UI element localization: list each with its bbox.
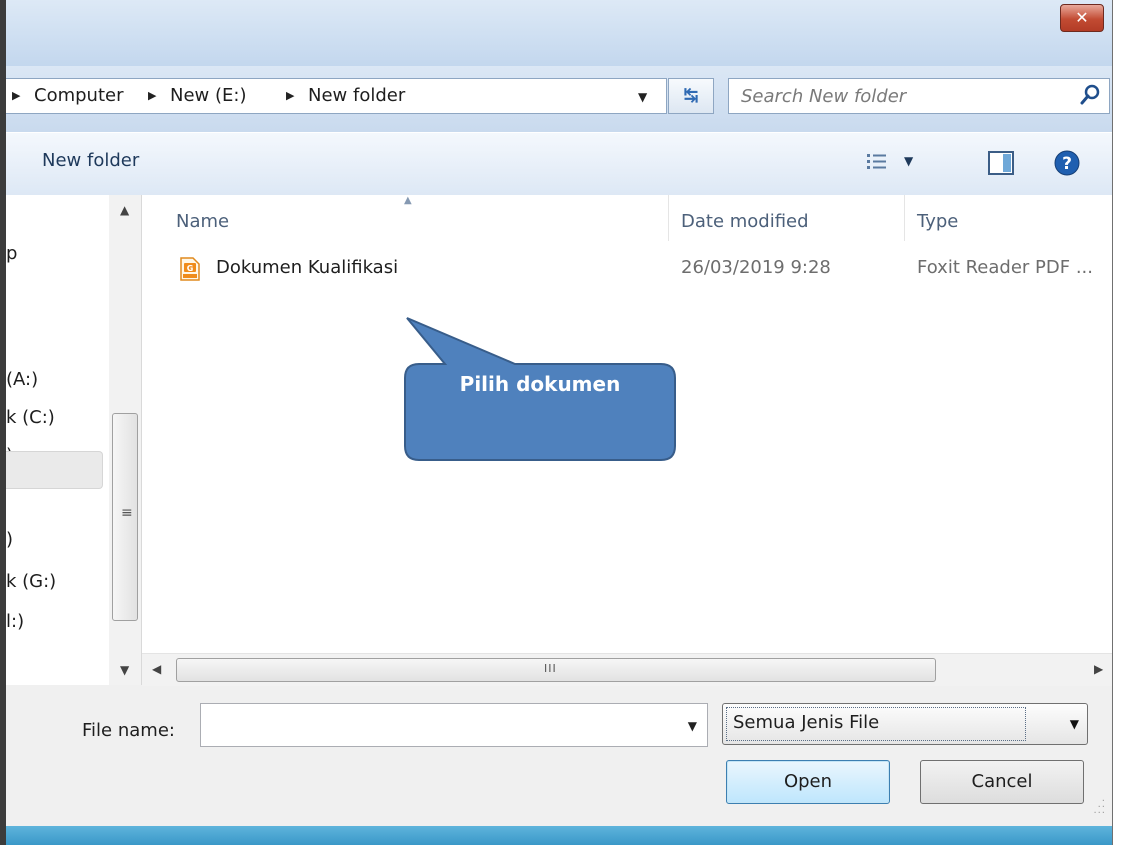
resize-grip-icon[interactable]: . ..... (1093, 794, 1106, 816)
file-name[interactable]: Dokumen Kualifikasi (216, 257, 398, 278)
address-dropdown-icon[interactable]: ▼ (638, 90, 647, 104)
file-horizontal-scrollbar[interactable]: ◀ III ▶ (142, 653, 1112, 686)
file-type: Foxit Reader PDF ... (917, 257, 1093, 278)
file-type-dropdown-icon[interactable]: ▼ (1070, 717, 1079, 731)
nav-item-selected[interactable] (6, 451, 103, 489)
file-row[interactable]: G Dokumen Kualifikasi 26/03/2019 9:28 Fo… (152, 249, 1102, 289)
cancel-button[interactable]: Cancel (920, 760, 1084, 804)
open-button[interactable]: Open (726, 760, 890, 804)
breadcrumb-computer[interactable]: Computer (34, 85, 123, 106)
column-header-date-modified[interactable]: Date modified (681, 211, 809, 232)
nav-item-drive-c[interactable]: k (C:) (6, 407, 55, 428)
dialog-footer: File name: ▼ Semua Jenis File ▼ Open Can… (6, 686, 1112, 826)
column-divider[interactable] (904, 195, 905, 241)
column-header-name[interactable]: Name (176, 211, 229, 232)
scroll-down-arrow-icon[interactable]: ▼ (120, 663, 129, 677)
file-date-modified: 26/03/2019 9:28 (681, 257, 831, 278)
breadcrumb-arrow-icon[interactable]: ▶ (12, 89, 20, 102)
title-bar: ✕ (6, 0, 1112, 66)
search-icon[interactable] (1077, 79, 1103, 111)
file-name-combo[interactable]: ▼ (200, 703, 708, 748)
pdf-file-icon: G (180, 257, 200, 281)
file-name-label: File name: (82, 720, 175, 741)
command-toolbar: New folder ▼ ? (6, 132, 1112, 196)
search-input[interactable] (729, 79, 1073, 113)
file-type-value: Semua Jenis File (733, 712, 880, 733)
scroll-grip: III (544, 662, 557, 675)
address-bar[interactable]: ▶ Computer ▶ New (E:) ▶ New folder ▼ (6, 78, 667, 114)
nav-item-drive-g[interactable]: k (G:) (6, 571, 56, 592)
breadcrumb-drive-e[interactable]: New (E:) (170, 85, 246, 106)
scroll-up-arrow-icon[interactable]: ▲ (120, 203, 129, 217)
file-name-input[interactable] (201, 704, 671, 748)
search-box[interactable] (728, 78, 1110, 114)
file-scroll-thumb[interactable]: III (176, 658, 936, 682)
nav-scroll-thumb[interactable]: ≡ (112, 413, 138, 621)
breadcrumb-arrow-icon[interactable]: ▶ (286, 89, 294, 102)
nav-item[interactable]: ) (6, 529, 13, 550)
view-dropdown-icon[interactable]: ▼ (904, 154, 913, 168)
scroll-right-arrow-icon[interactable]: ▶ (1094, 662, 1103, 676)
nav-item[interactable]: l:) (6, 611, 24, 632)
nav-item-drive-a[interactable]: (A:) (6, 369, 38, 390)
scroll-left-arrow-icon[interactable]: ◀ (152, 662, 161, 676)
sort-ascending-icon: ▲ (404, 195, 412, 206)
svg-text:?: ? (1062, 154, 1072, 174)
svg-text:G: G (187, 264, 194, 273)
nav-vertical-scrollbar[interactable]: ▲ ≡ ▼ (109, 195, 141, 685)
navigation-pane: p (A:) k (C:) ) ) k (G:) l:) ▲ ≡ ▼ (6, 195, 142, 685)
file-type-select[interactable]: Semua Jenis File ▼ (722, 703, 1088, 745)
scroll-grip: ≡ (121, 505, 133, 521)
preview-pane-icon[interactable] (988, 151, 1014, 175)
column-header-type[interactable]: Type (917, 211, 958, 232)
callout-text: Pilih dokumen (459, 372, 621, 396)
nav-item[interactable]: p (6, 243, 17, 264)
breadcrumb-new-folder[interactable]: New folder (308, 85, 405, 106)
column-divider[interactable] (668, 195, 669, 241)
help-icon[interactable]: ? (1054, 150, 1080, 176)
address-row: ▶ Computer ▶ New (E:) ▶ New folder ▼ ↹ (6, 66, 1112, 132)
file-name-dropdown-icon[interactable]: ▼ (688, 719, 697, 733)
breadcrumb-arrow-icon[interactable]: ▶ (148, 89, 156, 102)
new-folder-button[interactable]: New folder (42, 150, 139, 171)
close-button[interactable]: ✕ (1060, 4, 1104, 32)
change-view-icon[interactable] (866, 153, 888, 171)
refresh-icon: ↹ (683, 85, 699, 106)
window-bottom-edge (6, 826, 1112, 845)
refresh-button[interactable]: ↹ (668, 78, 714, 114)
annotation-callout: Pilih dokumen (404, 316, 685, 466)
